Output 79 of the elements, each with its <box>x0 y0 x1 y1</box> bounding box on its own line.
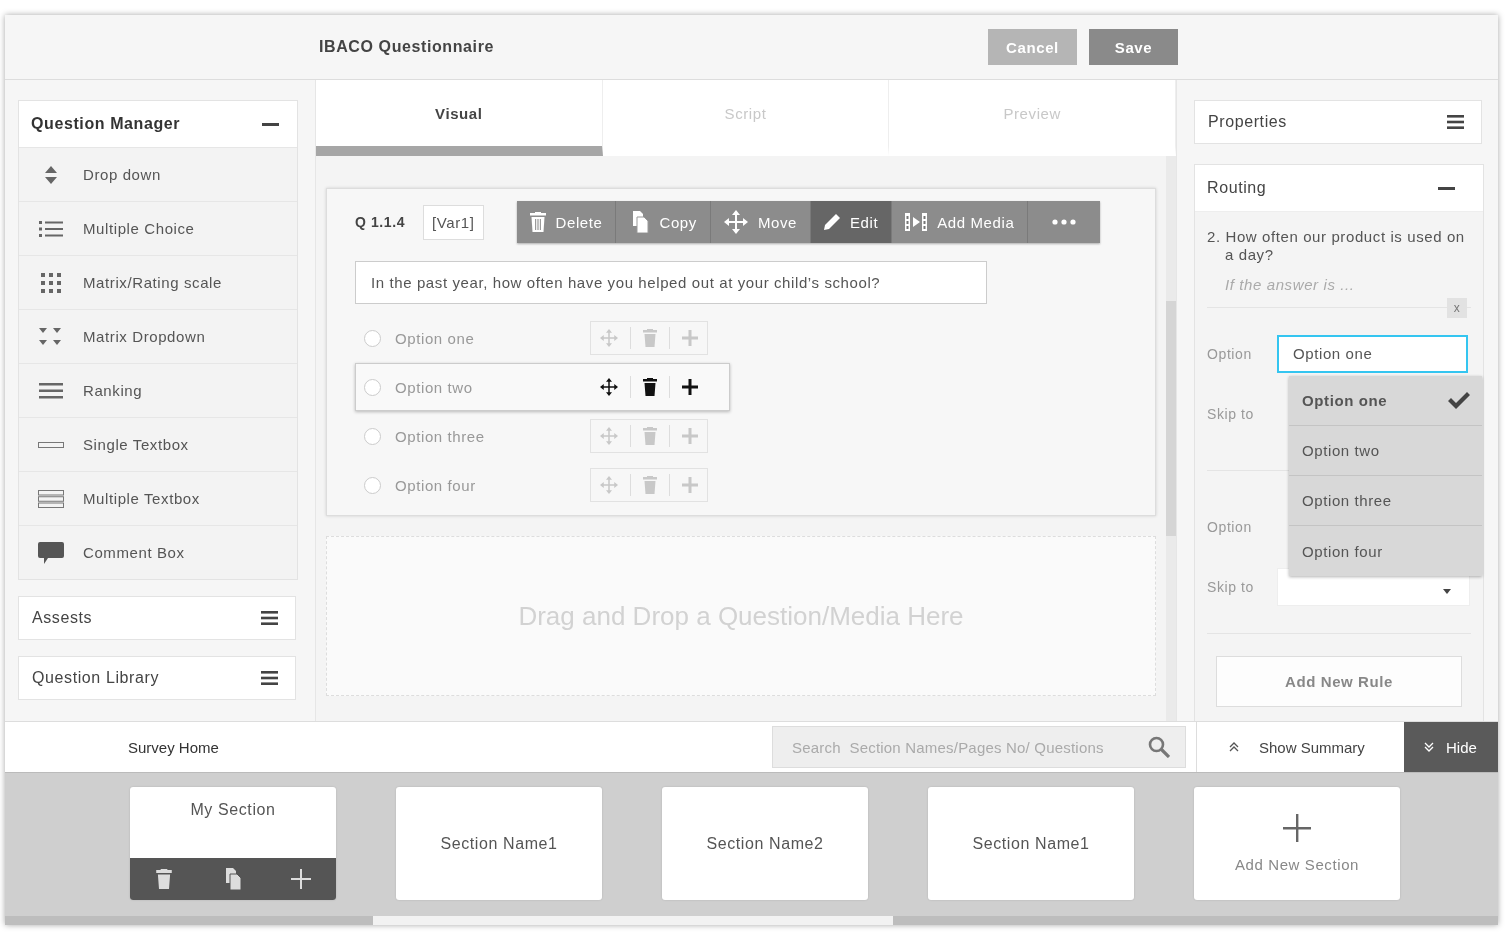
question-number: Q 1.1.4 <box>355 214 407 230</box>
add-rule-button[interactable]: Add New Rule <box>1216 656 1462 707</box>
checkmark-icon <box>1448 392 1470 409</box>
section-card[interactable]: Section Name2 <box>662 787 868 900</box>
section-card[interactable]: Section Name1 <box>396 787 602 900</box>
scrollbar-thumb[interactable] <box>1166 301 1176 536</box>
textboxes-icon <box>38 489 64 508</box>
speech-bubble-icon <box>38 541 64 564</box>
section-card[interactable]: Section Name1 <box>928 787 1134 900</box>
panel-title: Routing <box>1207 179 1267 197</box>
menu-icon[interactable] <box>261 611 278 625</box>
variable-field[interactable]: [Var1] <box>423 204 484 240</box>
menu-icon[interactable] <box>1447 115 1464 129</box>
caret-icon <box>1443 588 1451 594</box>
sort-icon <box>44 165 58 184</box>
more-icon <box>1052 219 1077 225</box>
radio-button[interactable] <box>364 476 381 494</box>
survey-home-link[interactable]: Survey Home <box>5 738 251 756</box>
tab[interactable]: Visual <box>316 80 603 156</box>
chevrons-up-icon <box>1229 742 1239 752</box>
dropdown-item[interactable]: Option two <box>1289 426 1482 476</box>
radio-button[interactable] <box>364 427 381 445</box>
question-type-item[interactable]: Comment Box <box>19 525 297 579</box>
panel-title: Properties <box>1208 113 1287 131</box>
dropdown-item[interactable]: Option one <box>1289 376 1482 426</box>
radio-button[interactable] <box>364 378 381 396</box>
toolbar-button[interactable]: Delete <box>516 201 617 243</box>
menu-icon[interactable] <box>261 671 278 685</box>
routing-hint: If the answer is ... <box>1225 276 1356 293</box>
field-label: Skip to <box>1207 406 1255 422</box>
section-card[interactable]: My Section <box>130 787 336 900</box>
save-button[interactable]: Save <box>1089 29 1178 65</box>
question-type-item[interactable]: Matrix Dropdown <box>19 309 297 363</box>
toolbar-button[interactable]: Edit <box>811 201 893 243</box>
toolbar-button[interactable]: Add Media <box>892 201 1029 243</box>
field-label: Option <box>1207 346 1253 362</box>
triangles-icon <box>39 327 63 346</box>
collapse-icon[interactable] <box>1438 186 1455 190</box>
plus-icon <box>1283 814 1311 842</box>
toolbar-button[interactable]: Move <box>710 201 811 243</box>
hide-button[interactable]: Hide <box>1404 722 1498 772</box>
dropdown-item[interactable]: Option three <box>1289 476 1482 526</box>
panel-title: Question Library <box>32 669 159 687</box>
panel-title: Question Manager <box>31 115 181 133</box>
field-label: Skip to <box>1207 579 1255 595</box>
question-type-item[interactable]: Drop down <box>19 147 297 201</box>
trash-icon <box>529 212 546 232</box>
more-button[interactable] <box>1028 201 1101 243</box>
question-type-item[interactable]: Ranking <box>19 363 297 417</box>
panel-title: Assests <box>32 609 93 627</box>
radio-button[interactable] <box>364 329 381 347</box>
question-text-field[interactable]: In the past year, how often have you helped out at your child’s school? <box>355 261 987 304</box>
option-select[interactable]: Option one <box>1277 335 1468 373</box>
lines-icon <box>39 382 63 399</box>
routing-question: 2. How often our product is used on a day? <box>1207 228 1466 264</box>
chevrons-down-icon <box>1424 742 1434 752</box>
pencil-icon <box>824 214 840 230</box>
dropdown-item[interactable]: Option four <box>1289 526 1482 576</box>
textbox-icon <box>38 441 64 448</box>
film-icon <box>905 213 928 231</box>
add-section-card[interactable]: Add New Section <box>1194 787 1400 900</box>
question-type-item[interactable]: Matrix/Rating scale <box>19 255 297 309</box>
question-type-item[interactable]: Multiple Choice <box>19 201 297 255</box>
field-label: Option <box>1207 519 1253 535</box>
move-icon <box>723 210 748 234</box>
grid-icon <box>41 272 61 293</box>
scrollbar-thumb[interactable] <box>373 916 893 925</box>
collapse-icon[interactable] <box>262 122 279 126</box>
question-type-item[interactable]: Multiple Textbox <box>19 471 297 525</box>
remove-rule-button[interactable]: x <box>1447 298 1467 318</box>
search-field[interactable]: Search Section Names/Pages No/ Questions <box>772 726 1186 768</box>
toolbar-button[interactable]: Copy <box>616 201 711 243</box>
list-icon <box>39 220 63 237</box>
search-icon[interactable] <box>1148 736 1170 758</box>
trash-icon[interactable] <box>643 378 657 396</box>
question-type-item[interactable]: Single Textbox <box>19 417 297 471</box>
questionnaire-title: IBACO Questionnaire <box>319 38 494 56</box>
move-icon[interactable] <box>600 378 618 396</box>
plus-icon[interactable] <box>682 379 698 395</box>
